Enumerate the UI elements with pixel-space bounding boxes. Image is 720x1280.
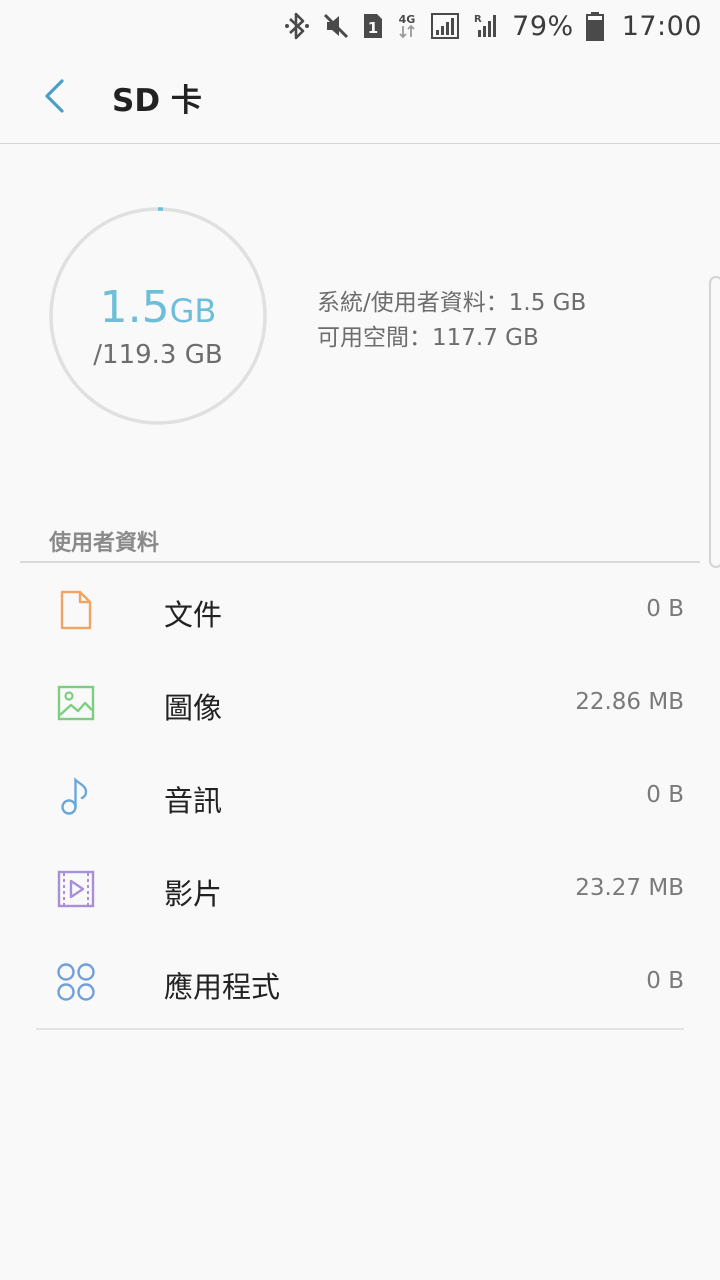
list-item-size: 0 B: [646, 968, 684, 994]
svg-text:R: R: [474, 14, 482, 25]
list-item-size: 23.27 MB: [575, 875, 684, 901]
roaming-signal-icon: R: [472, 12, 500, 40]
list-item-size: 0 B: [646, 596, 684, 622]
section-title: 使用者資料: [49, 531, 160, 556]
back-button[interactable]: [0, 52, 110, 144]
apps-icon: [56, 962, 96, 1002]
page-title: SD 卡: [112, 83, 202, 119]
list-item-label: 圖像: [164, 691, 223, 725]
available-space: 可用空間：117.7 GB: [317, 325, 539, 351]
list-item-documents[interactable]: 文件 0 B: [0, 564, 720, 657]
document-icon: [56, 590, 96, 630]
storage-legend: 系統/使用者資料：1.5 GB 可用空間：117.7 GB: [317, 286, 586, 356]
list-item-size: 22.86 MB: [575, 689, 684, 715]
list-item-label: 文件: [164, 598, 223, 632]
list-item-label: 影片: [164, 877, 223, 911]
music-note-icon: [56, 776, 96, 816]
svg-text:4G: 4G: [399, 13, 416, 26]
used-unit: GB: [169, 292, 217, 330]
image-icon: [56, 683, 96, 723]
category-list: 文件 0 B 圖像 22.86 MB 音訊 0 B 影片 23.27 MB 應用…: [0, 564, 720, 1029]
list-item-audio[interactable]: 音訊 0 B: [0, 750, 720, 843]
network-4g-icon: 4G: [396, 12, 418, 40]
list-item-label: 音訊: [164, 784, 223, 818]
system-user-data-size: 系統/使用者資料：1.5 GB: [317, 290, 587, 316]
clock: 17:00: [621, 10, 702, 42]
used-storage-value: 1.5GB: [48, 282, 268, 333]
storage-summary: 1.5GB /119.3 GB 系統/使用者資料：1.5 GB 可用空間：117…: [48, 200, 688, 430]
scroll-edge-indicator: [709, 276, 720, 568]
list-item-label: 應用程式: [164, 970, 281, 1004]
list-item-videos[interactable]: 影片 23.27 MB: [0, 843, 720, 936]
list-item-size: 0 B: [646, 782, 684, 808]
battery-icon: [585, 11, 604, 41]
video-icon: [56, 869, 96, 909]
chevron-left-icon: [42, 78, 68, 118]
bluetooth-icon: [284, 11, 310, 41]
list-item-images[interactable]: 圖像 22.86 MB: [0, 657, 720, 750]
list-divider: [36, 1028, 684, 1030]
app-bar: SD 卡: [0, 52, 720, 144]
list-item-apps[interactable]: 應用程式 0 B: [0, 936, 720, 1029]
battery-percent: 79%: [512, 10, 574, 42]
section-header: 使用者資料: [20, 518, 700, 563]
signal-icon: [430, 12, 460, 40]
used-value: 1.5: [99, 282, 170, 333]
svg-text:1: 1: [368, 19, 378, 37]
mute-icon: [322, 12, 350, 40]
sim-card-icon: 1: [362, 12, 384, 40]
total-storage: /119.3 GB: [93, 340, 223, 370]
status-bar: 1 4G R 79% 17:00: [0, 0, 720, 52]
